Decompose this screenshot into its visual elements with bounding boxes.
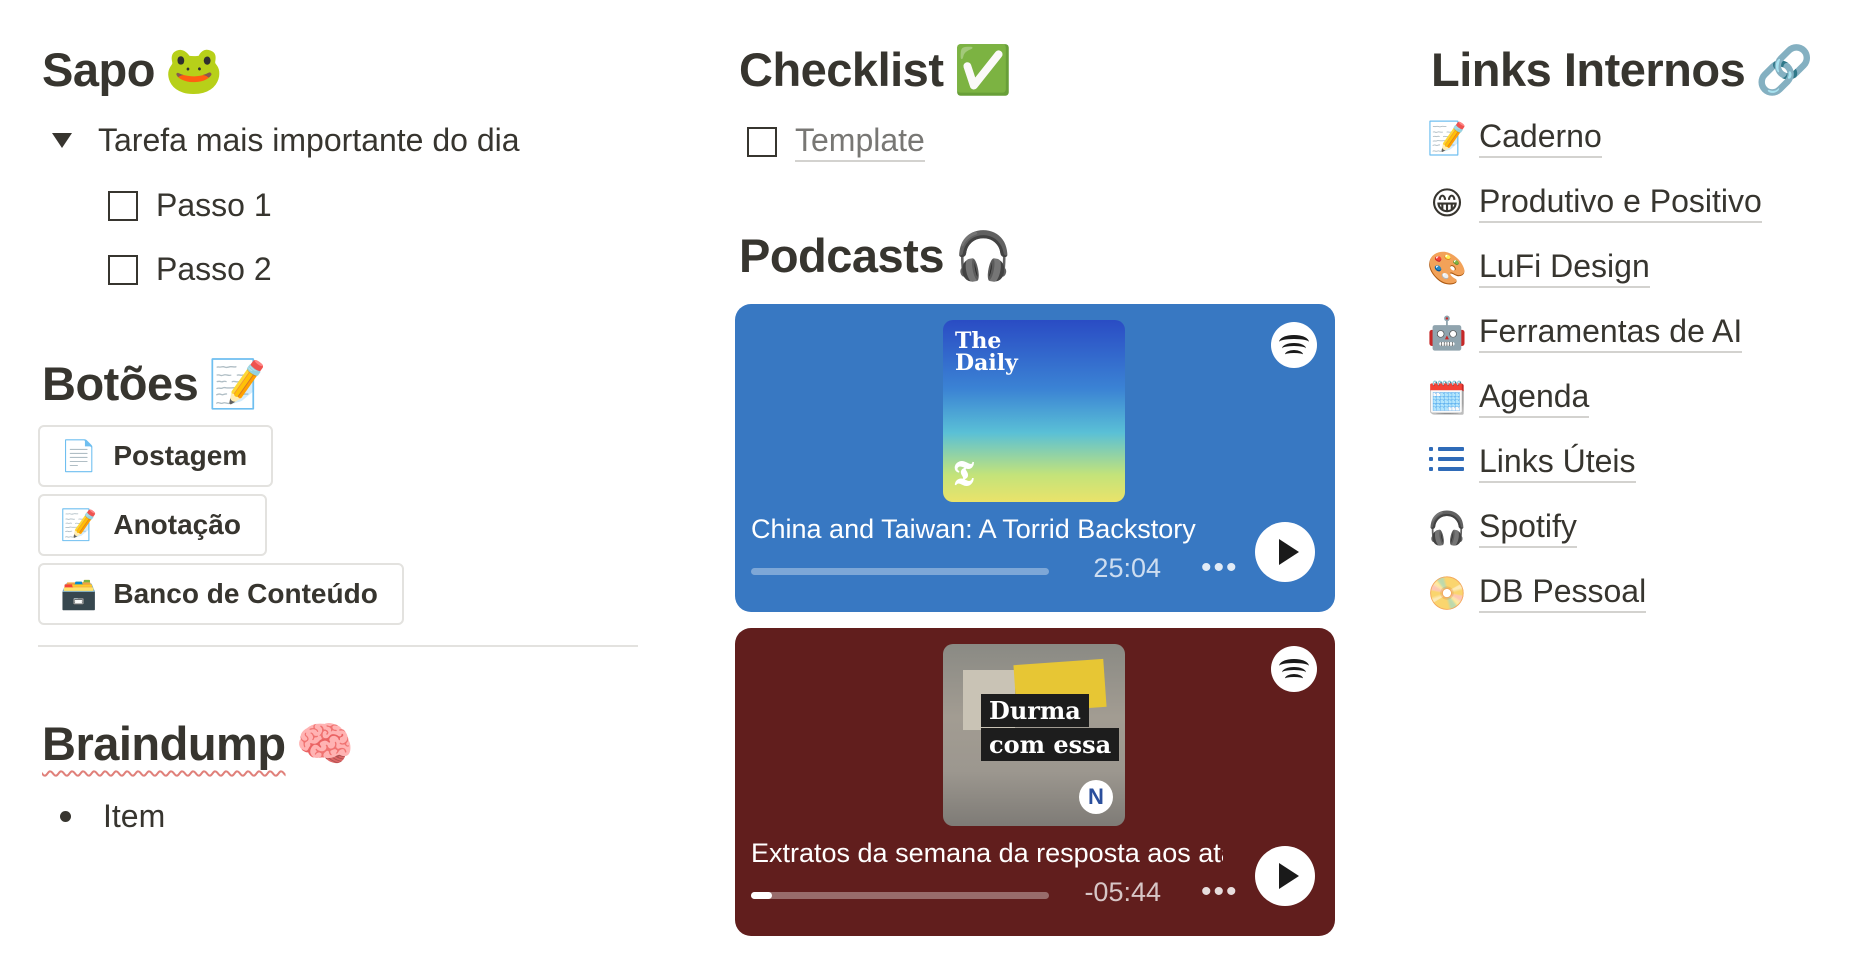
- button-label: Banco de Conteúdo: [113, 578, 378, 609]
- checklist-heading: Checklist ✅: [739, 42, 1012, 98]
- check-mark-icon: ✅: [953, 43, 1012, 96]
- list-item: Item: [60, 798, 165, 835]
- todo-item: Passo 2: [108, 251, 272, 288]
- botoes-heading: Botões 📝: [42, 356, 267, 412]
- sapo-title: Sapo: [42, 43, 155, 96]
- todo-checkbox[interactable]: [747, 127, 777, 157]
- divider: [38, 645, 638, 647]
- anotacao-button[interactable]: 📝 Anotação: [38, 494, 267, 556]
- link-db-pessoal[interactable]: 📀 DB Pessoal: [1425, 573, 1647, 613]
- card-file-box-icon: 🗃️: [60, 577, 98, 611]
- link-label[interactable]: Spotify: [1479, 508, 1577, 548]
- podcast-cover[interactable]: Durma com essa N: [943, 644, 1125, 826]
- progress-fill: [751, 892, 772, 899]
- spotify-player-durma-com-essa[interactable]: Durma com essa N Extratos da semana da r…: [735, 628, 1335, 936]
- todo-item: Passo 1: [108, 187, 272, 224]
- bullet-icon: [60, 811, 71, 822]
- podcast-cover[interactable]: The Daily 𝕿: [943, 320, 1125, 502]
- cover-title-line1: Durma: [981, 694, 1089, 727]
- memo-icon: 📝: [208, 357, 267, 410]
- todo-label[interactable]: Passo 1: [156, 187, 272, 224]
- grinning-face-icon: 😁: [1430, 185, 1464, 221]
- braindump-title: Braindump: [42, 717, 286, 770]
- links-internos-title: Links Internos: [1431, 43, 1746, 96]
- robot-icon: 🤖: [1427, 315, 1467, 351]
- link-label[interactable]: Agenda: [1479, 378, 1590, 418]
- button-label: Anotação: [113, 509, 241, 540]
- link-links-uteis[interactable]: Links Úteis: [1425, 443, 1636, 483]
- episode-title[interactable]: China and Taiwan: A Torrid Backstory: [751, 514, 1223, 545]
- link-label[interactable]: Links Úteis: [1479, 443, 1636, 483]
- toggle-arrow-icon[interactable]: [52, 133, 72, 148]
- palette-icon: 🎨: [1427, 250, 1467, 286]
- time-remaining: -05:44: [1084, 877, 1161, 907]
- headphones-icon: 🎧: [1427, 510, 1467, 546]
- banco-de-conteudo-button[interactable]: 🗃️ Banco de Conteúdo: [38, 563, 404, 625]
- frog-icon: 🐸: [164, 43, 224, 96]
- cover-title-line2: com essa: [981, 728, 1120, 761]
- todo-checkbox[interactable]: [108, 190, 138, 221]
- time-remaining: 25:04: [1093, 553, 1161, 583]
- spotify-player-the-daily[interactable]: The Daily 𝕿 China and Taiwan: A Torrid B…: [735, 304, 1335, 612]
- button-label: Postagem: [113, 440, 248, 471]
- link-produtivo-e-positivo[interactable]: 😁 Produtivo e Positivo: [1425, 183, 1762, 223]
- todo-label[interactable]: Passo 2: [156, 251, 272, 288]
- headphones-icon: 🎧: [953, 229, 1013, 282]
- memo-icon: 📝: [60, 508, 98, 542]
- link-icon: 🔗: [1755, 43, 1814, 96]
- podcasts-heading: Podcasts 🎧: [739, 228, 1013, 284]
- link-label[interactable]: Produtivo e Positivo: [1479, 183, 1762, 223]
- nyt-logo-icon: 𝕿: [953, 454, 974, 494]
- template-link[interactable]: Template: [795, 122, 925, 162]
- link-spotify[interactable]: 🎧 Spotify: [1425, 508, 1577, 548]
- postagem-button[interactable]: 📄 Postagem: [38, 425, 274, 487]
- episode-title[interactable]: Extratos da semana da resposta aos ataqu…: [751, 838, 1223, 869]
- page-icon: 📄: [60, 439, 98, 473]
- nexo-logo-icon: N: [1079, 780, 1113, 814]
- calendar-icon: 🗓️: [1427, 380, 1467, 416]
- link-caderno[interactable]: 📝 Caderno: [1425, 118, 1602, 158]
- botoes-title: Botões: [42, 357, 199, 410]
- cover-title: The Daily: [955, 330, 1018, 374]
- braindump-heading: Braindump 🧠: [42, 716, 354, 772]
- more-options-icon[interactable]: •••: [1201, 875, 1239, 909]
- todo-checkbox[interactable]: [108, 254, 138, 285]
- link-label[interactable]: Ferramentas de AI: [1479, 313, 1743, 353]
- link-label[interactable]: Caderno: [1479, 118, 1602, 158]
- brain-icon: 🧠: [295, 717, 355, 770]
- link-lufi-design[interactable]: 🎨 LuFi Design: [1425, 248, 1650, 288]
- link-ferramentas-de-ai[interactable]: 🤖 Ferramentas de AI: [1425, 313, 1743, 353]
- cover-title-line2: Daily: [955, 350, 1018, 376]
- play-icon[interactable]: [1255, 846, 1315, 906]
- dvd-icon: 📀: [1427, 575, 1467, 611]
- play-icon[interactable]: [1255, 522, 1315, 582]
- list-item-text[interactable]: Item: [103, 798, 165, 835]
- spotify-logo-icon[interactable]: [1271, 322, 1317, 368]
- spotify-logo-icon[interactable]: [1271, 646, 1317, 692]
- link-agenda[interactable]: 🗓️ Agenda: [1425, 378, 1590, 418]
- list-icon: [1425, 444, 1469, 482]
- progress-bar[interactable]: [751, 568, 1049, 575]
- toggle-label: Tarefa mais importante do dia: [98, 122, 520, 158]
- link-label[interactable]: LuFi Design: [1479, 248, 1650, 288]
- toggle-main-task[interactable]: Tarefa mais importante do dia: [52, 122, 520, 159]
- more-options-icon[interactable]: •••: [1201, 551, 1239, 585]
- checklist-item: Template: [747, 122, 925, 162]
- memo-icon: 📝: [1427, 120, 1467, 156]
- checklist-title: Checklist: [739, 43, 944, 96]
- progress-bar[interactable]: [751, 892, 1049, 899]
- podcasts-title: Podcasts: [739, 229, 944, 282]
- sapo-heading: Sapo 🐸: [42, 42, 223, 98]
- link-label[interactable]: DB Pessoal: [1479, 573, 1647, 613]
- links-internos-heading: Links Internos 🔗: [1431, 42, 1814, 98]
